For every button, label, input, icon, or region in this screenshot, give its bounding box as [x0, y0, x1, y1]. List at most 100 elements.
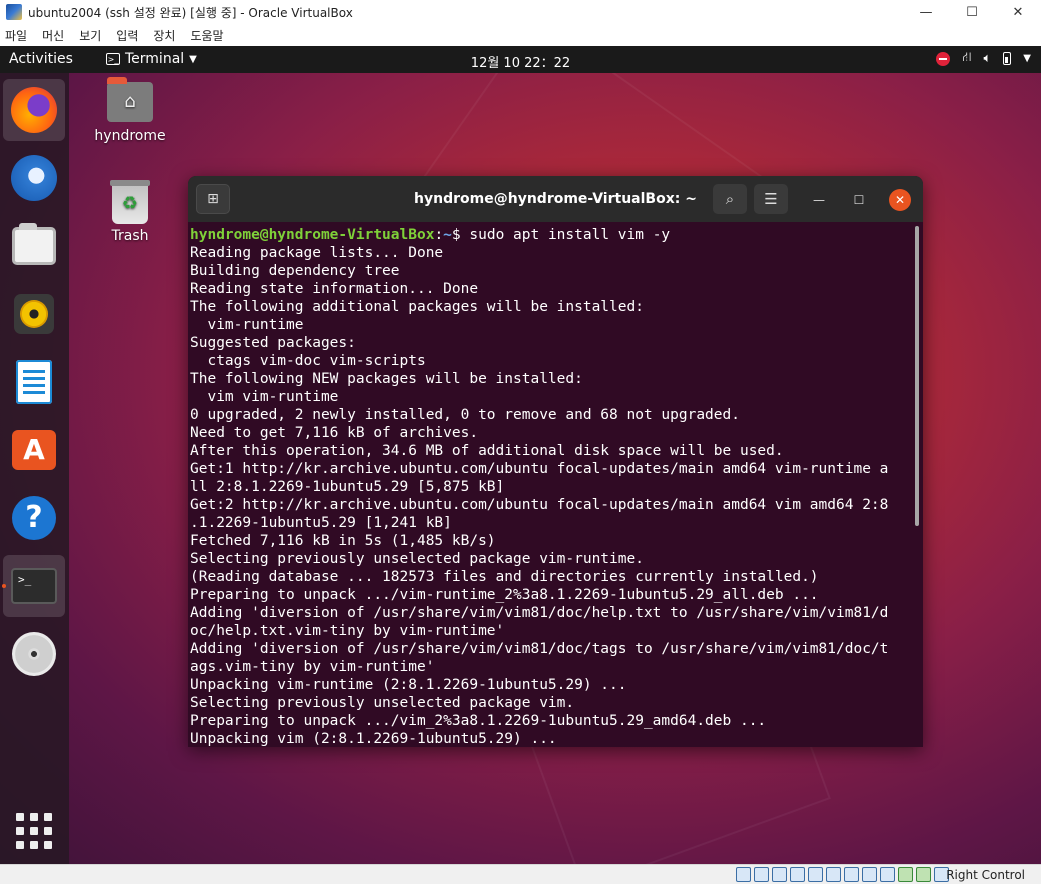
- minimize-button[interactable]: —: [903, 0, 949, 24]
- display-icon[interactable]: [844, 867, 859, 882]
- search-button[interactable]: ⌕: [713, 184, 747, 214]
- terminal-output-line: vim vim-runtime: [190, 389, 339, 405]
- terminal-output-line: Unpacking vim-runtime (2:8.1.2269-1ubunt…: [190, 677, 627, 693]
- menu-input[interactable]: 입력: [111, 27, 148, 44]
- terminal-command: sudo apt install vim -y: [469, 227, 671, 243]
- terminal-output-line: ctags vim-doc vim-scripts: [190, 353, 426, 369]
- chevron-down-icon: ▼: [189, 53, 197, 65]
- clock[interactable]: 12월 10 22：22: [471, 56, 570, 71]
- running-indicator: [2, 584, 6, 588]
- close-button[interactable]: ✕: [995, 0, 1041, 24]
- new-tab-button[interactable]: ⊞: [196, 184, 230, 214]
- capture-icon[interactable]: [880, 867, 895, 882]
- terminal-scrollbar[interactable]: [915, 226, 919, 526]
- terminal-output-line: (Reading database ... 182573 files and d…: [190, 569, 819, 585]
- terminal-maximize-button[interactable]: ☐: [848, 189, 870, 211]
- prompt-sep: :: [434, 227, 444, 243]
- system-tray[interactable]: ⛙ 🔈︎ ▼: [936, 50, 1031, 67]
- dock-thunderbird[interactable]: [3, 147, 65, 209]
- help-icon: ?: [12, 496, 56, 540]
- desktop-icon-label: hyndrome: [94, 128, 166, 144]
- menu-devices[interactable]: 장치: [148, 27, 185, 44]
- menu-help[interactable]: 도움말: [185, 27, 233, 44]
- terminal-prompt-line: hyndrome@hyndrome-VirtualBox:~$ sudo apt…: [190, 226, 910, 244]
- thunderbird-icon: [11, 155, 57, 201]
- vbox-title-bar[interactable]: ubuntu2004 (ssh 설정 완료) [실행 중] - Oracle V…: [0, 0, 1041, 24]
- terminal-output-line: Get:1 http://kr.archive.ubuntu.com/ubunt…: [190, 461, 889, 477]
- terminal-headerbar[interactable]: ⊞ hyndrome@hyndrome-VirtualBox: ~ ⌕ ☰ — …: [188, 176, 923, 222]
- search-icon: ⌕: [725, 190, 735, 208]
- terminal-output-line: Selecting previously unselected package …: [190, 695, 575, 711]
- chevron-down-icon: ▼: [1023, 53, 1031, 64]
- recording-icon[interactable]: [862, 867, 877, 882]
- optical-drive-icon[interactable]: [754, 867, 769, 882]
- terminal-output-line: Preparing to unpack .../vim_2%3a8.1.2269…: [190, 713, 767, 729]
- dock-software[interactable]: A: [3, 419, 65, 481]
- menu-machine[interactable]: 머신: [37, 27, 74, 44]
- terminal-output-line: Reading package lists... Done: [190, 245, 444, 261]
- desktop-icon-trash[interactable]: ♻ Trash: [85, 180, 175, 244]
- terminal-output-line: Preparing to unpack .../vim-runtime_2%3a…: [190, 587, 819, 603]
- terminal-output-line: Need to get 7,116 kB of archives.: [190, 425, 479, 441]
- gnome-top-bar: Activities >_ Terminal ▼ 12월 10 22：22 ⛙ …: [0, 46, 1041, 73]
- terminal-close-button[interactable]: ✕: [889, 189, 911, 211]
- terminal-icon: >_: [106, 53, 120, 65]
- desktop-icon-label: Trash: [111, 228, 149, 244]
- terminal-output-line: ll 2:8.1.2269-1ubuntu5.29 [5,875 kB]: [190, 479, 505, 495]
- terminal-output-line: .1.2269-1ubuntu5.29 [1,241 kB]: [190, 515, 452, 531]
- volume-icon: 🔈︎: [983, 51, 992, 66]
- terminal-output-line: Fetched 7,116 kB in 5s (1,485 kB/s): [190, 533, 496, 549]
- dvd-icon: [12, 632, 56, 676]
- dock-terminal[interactable]: >_: [2, 555, 65, 617]
- dock-firefox[interactable]: [3, 79, 65, 141]
- network-status-icon[interactable]: [790, 867, 805, 882]
- dock-dvd[interactable]: [3, 623, 65, 685]
- terminal-output-line: The following NEW packages will be insta…: [190, 371, 583, 387]
- terminal-output-line: ags.vim-tiny by vim-runtime': [190, 659, 435, 675]
- prompt-path: ~: [443, 227, 452, 243]
- vbox-status-bar: Right Control: [0, 864, 1041, 884]
- maximize-button[interactable]: ☐: [949, 0, 995, 24]
- terminal-output-line: Reading state information... Done: [190, 281, 479, 297]
- dock-writer[interactable]: [3, 351, 65, 413]
- terminal-output-line: The following additional packages will b…: [190, 299, 644, 315]
- terminal-output-line: Adding 'diversion of /usr/share/vim/vim8…: [190, 641, 889, 657]
- writer-icon: [16, 360, 52, 404]
- terminal-minimize-button[interactable]: —: [808, 189, 830, 211]
- battery-icon: [1003, 52, 1012, 65]
- usb-icon[interactable]: [808, 867, 823, 882]
- terminal-output-line: vim-runtime: [190, 317, 304, 333]
- dock-rhythmbox[interactable]: [3, 283, 65, 345]
- terminal-window[interactable]: ⊞ hyndrome@hyndrome-VirtualBox: ~ ⌕ ☰ — …: [188, 176, 923, 747]
- terminal-output-line: Unpacking vim (2:8.1.2269-1ubuntu5.29) .…: [190, 731, 557, 747]
- host-key-label: Right Control: [946, 868, 1025, 882]
- app-menu-label: Terminal: [125, 51, 185, 67]
- menu-view[interactable]: 보기: [74, 27, 111, 44]
- terminal-output-line: oc/help.txt.vim-tiny by vim-runtime': [190, 623, 505, 639]
- terminal-output[interactable]: hyndrome@hyndrome-VirtualBox:~$ sudo apt…: [190, 226, 910, 747]
- mouse-integration-icon[interactable]: [916, 867, 931, 882]
- terminal-icon: >_: [11, 568, 57, 604]
- terminal-output-line: After this operation, 34.6 MB of additio…: [190, 443, 784, 459]
- desktop-icon-home[interactable]: ⌂ hyndrome: [85, 77, 175, 144]
- rhythmbox-icon: [14, 294, 54, 334]
- activities-button[interactable]: Activities: [9, 51, 73, 67]
- vbox-menu-bar: 파일 머신 보기 입력 장치 도움말: [0, 24, 1041, 47]
- network-icon: ⛙: [962, 50, 972, 65]
- menu-file[interactable]: 파일: [0, 27, 37, 44]
- hamburger-icon: ☰: [764, 190, 778, 208]
- dock-help[interactable]: ?: [3, 487, 65, 549]
- cpu-icon[interactable]: [898, 867, 913, 882]
- audio-icon[interactable]: [772, 867, 787, 882]
- guest-screen[interactable]: Activities >_ Terminal ▼ 12월 10 22：22 ⛙ …: [0, 46, 1041, 864]
- home-folder-icon: ⌂: [107, 77, 153, 122]
- hamburger-menu-button[interactable]: ☰: [754, 184, 788, 214]
- dock-files[interactable]: [3, 215, 65, 277]
- hdd-icon[interactable]: [736, 867, 751, 882]
- show-applications-icon[interactable]: [16, 813, 52, 849]
- firefox-icon: [11, 87, 57, 133]
- shared-folder-icon[interactable]: [826, 867, 841, 882]
- files-icon: [12, 223, 56, 265]
- prompt-end: $: [451, 227, 470, 243]
- app-menu[interactable]: >_ Terminal ▼: [106, 51, 197, 67]
